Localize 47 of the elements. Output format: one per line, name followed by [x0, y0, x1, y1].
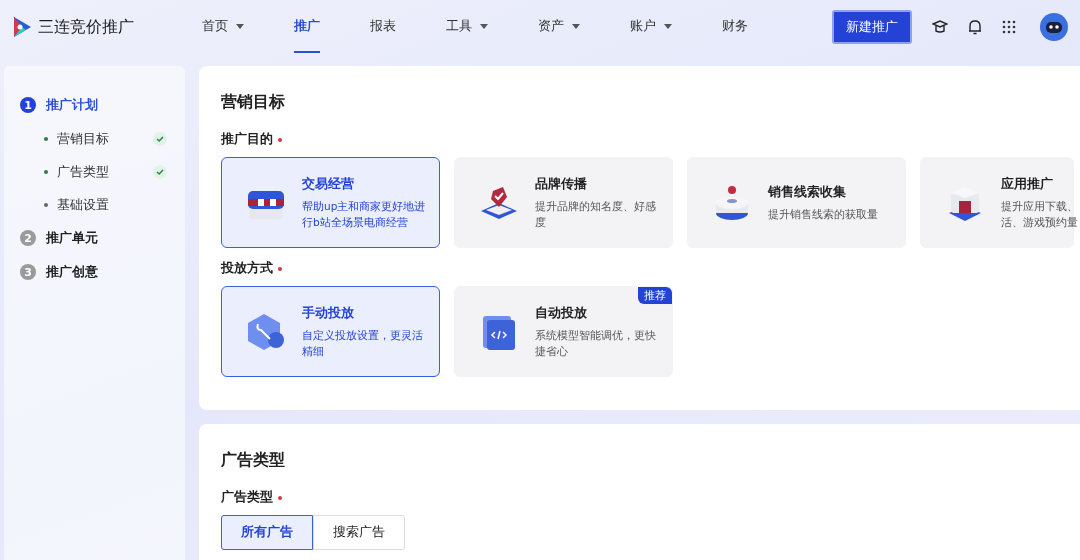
option-description: 提升品牌的知名度、好感 度 — [535, 198, 656, 230]
field-label: 广告类型 — [221, 489, 273, 506]
avatar-icon[interactable] — [1040, 13, 1068, 41]
app-name: 三连竞价推广 — [38, 16, 134, 38]
step-label[interactable]: 推广计划 — [46, 96, 98, 114]
nav-tab[interactable]: 账户 — [630, 1, 672, 53]
option-description: 帮助up主和商家更好地进 行b站全场景电商经营 — [302, 198, 426, 230]
option-card[interactable]: 品牌传播 提升品牌的知名度、好感 度 — [454, 157, 673, 248]
apps-grid-icon[interactable] — [1002, 20, 1016, 34]
step-label[interactable]: 推广创意 — [46, 263, 98, 281]
option-card[interactable]: 销售线索收集 提升销售线索的获取量 — [687, 157, 906, 248]
ad-type-option[interactable]: 所有广告 — [221, 515, 313, 550]
option-title: 交易经营 — [302, 175, 355, 193]
substep-label[interactable]: 基础设置 — [57, 195, 147, 214]
option-card[interactable]: 手动投放 自定义投放设置，更灵活 精细 — [221, 286, 440, 377]
option-description: 自定义投放设置，更灵活 精细 — [302, 327, 423, 359]
substep-label[interactable]: 广告类型 — [57, 162, 147, 181]
substep-label[interactable]: 营销目标 — [57, 129, 147, 148]
option-title: 应用推广 — [1001, 175, 1054, 193]
step-number: 3 — [20, 264, 36, 280]
section-title: 广告类型 — [221, 450, 286, 471]
option-card[interactable]: 交易经营 帮助up主和商家更好地进 行b站全场景电商经营 — [221, 157, 440, 248]
step-number: 2 — [20, 230, 36, 246]
section-title: 营销目标 — [221, 92, 286, 113]
graduation-cap-icon[interactable] — [932, 19, 948, 35]
option-title: 销售线索收集 — [768, 183, 847, 201]
nav-tab[interactable]: 首页 — [202, 1, 244, 53]
option-title: 品牌传播 — [535, 175, 588, 193]
nav-tab[interactable]: 资产 — [538, 1, 580, 53]
option-title: 手动投放 — [302, 304, 355, 322]
option-description: 系统模型智能调优，更快 捷省心 — [535, 327, 656, 359]
bell-icon[interactable] — [968, 19, 982, 35]
field-label: 投放方式 — [221, 260, 273, 277]
nav-tab[interactable]: 推广 — [294, 1, 320, 53]
step-label[interactable]: 推广单元 — [46, 229, 98, 247]
logo-icon — [12, 16, 32, 38]
ad-type-option[interactable]: 搜索广告 — [313, 515, 405, 550]
field-label: 推广目的 — [221, 131, 273, 148]
option-title: 自动投放 — [535, 304, 588, 322]
nav-tab[interactable]: 报表 — [370, 1, 396, 53]
option-description: 提升销售线索的获取量 — [768, 206, 878, 222]
new-campaign-button[interactable]: 新建推广 — [832, 10, 912, 44]
nav-tab[interactable]: 财务 — [722, 1, 748, 53]
step-number: 1 — [20, 97, 36, 113]
recommend-badge: 推荐 — [638, 287, 672, 304]
option-card[interactable]: 推荐 自动投放 系统模型智能调优，更快 捷省心 — [454, 286, 673, 377]
nav-tab[interactable]: 工具 — [446, 1, 488, 53]
